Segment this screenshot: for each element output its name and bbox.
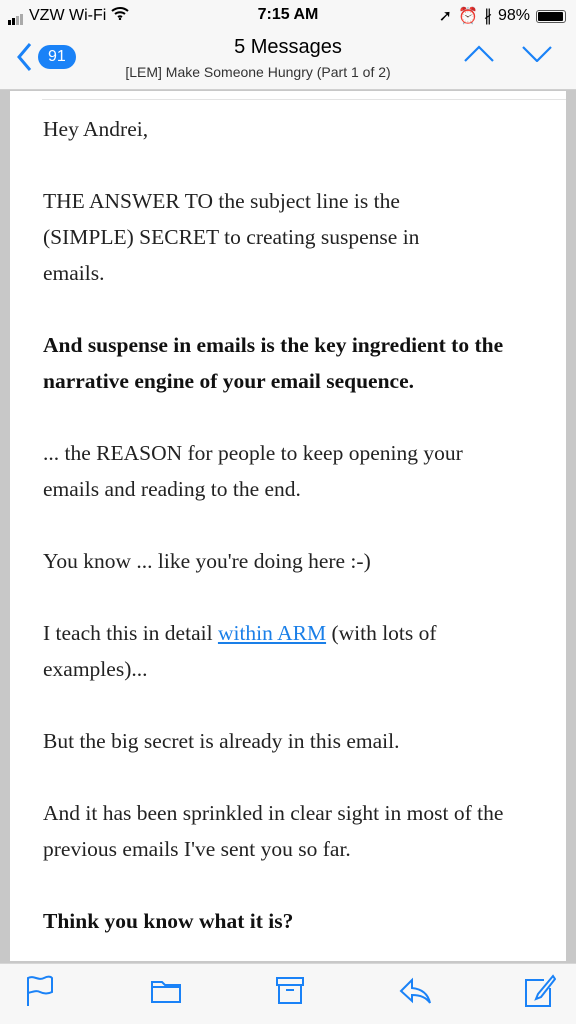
paragraph: Think you know what it is? (43, 903, 553, 939)
divider (42, 99, 566, 100)
within-arm-link[interactable]: within ARM (218, 621, 326, 645)
paragraph: And it has been sprinkled in clear sight… (43, 801, 504, 861)
toolbar (0, 963, 576, 1024)
status-bar: VZW Wi-Fi 7:15 AM ➚ ⏰ ∦ 98% (0, 4, 576, 28)
flag-icon[interactable] (24, 974, 58, 1008)
thread-subject: [LEM] Make Someone Hungry (Part 1 of 2) (125, 64, 391, 80)
bluetooth-icon: ∦ (483, 8, 492, 25)
battery-percent: 98% (497, 7, 530, 24)
bold-text: Think you know what it is? (43, 909, 294, 933)
location-icon: ➚ (438, 8, 453, 25)
paragraph: You know ... like you're doing here :-) (43, 549, 371, 573)
email-body: Hey Andrei, THE ANSWER TO the subject li… (10, 91, 566, 961)
email-content: Hey Andrei, THE ANSWER TO the subject li… (43, 111, 553, 975)
battery-icon (536, 9, 566, 23)
paragraph: ... the REASON for people to keep openin… (43, 441, 463, 501)
paragraph: I teach this in detail within ARM (with … (43, 615, 513, 687)
bold-text: And suspense in emails is the key ingred… (43, 333, 504, 393)
text: I teach this in detail (43, 621, 218, 645)
alarm-icon: ⏰ (458, 8, 478, 25)
paragraph: And suspense in emails is the key ingred… (43, 327, 533, 399)
paragraph: But the big secret is already in this em… (43, 729, 400, 753)
paragraph: Hey Andrei, (43, 117, 149, 141)
next-message-button[interactable] (522, 44, 552, 62)
previous-message-button[interactable] (464, 44, 494, 62)
archive-icon[interactable] (273, 974, 307, 1008)
folder-icon[interactable] (149, 974, 183, 1008)
paragraph: THE ANSWER TO the subject line is the (S… (43, 189, 420, 285)
reply-icon[interactable] (398, 974, 432, 1008)
header: VZW Wi-Fi 7:15 AM ➚ ⏰ ∦ 98% 91 5 Message… (0, 0, 576, 90)
nav-bar: 91 5 Messages [LEM] Make Someone Hungry … (0, 36, 576, 86)
compose-icon[interactable] (522, 974, 556, 1008)
